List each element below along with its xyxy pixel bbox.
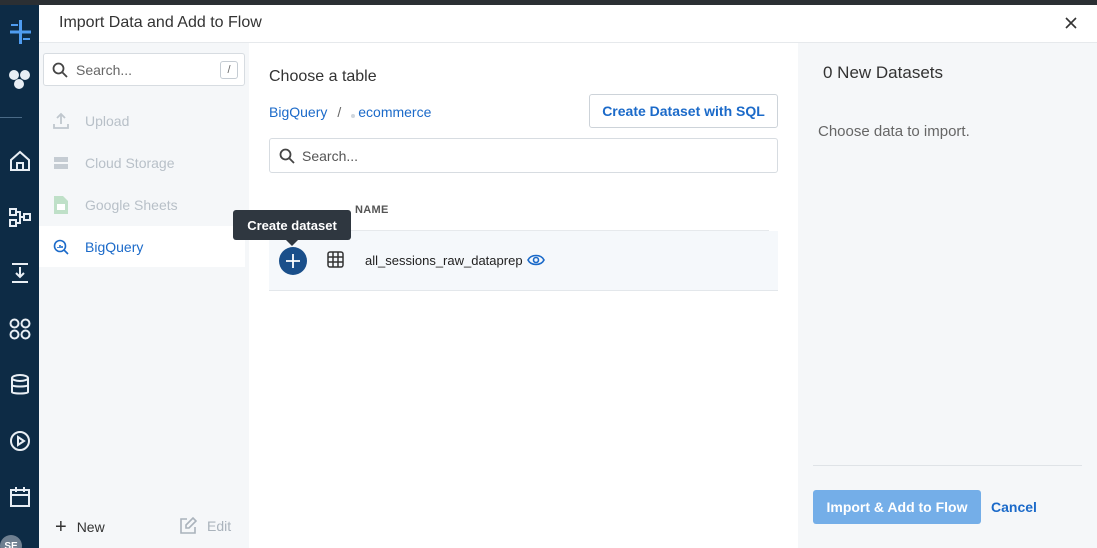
calendar-icon[interactable] bbox=[0, 482, 39, 512]
create-dataset-tooltip: Create dataset bbox=[233, 210, 351, 246]
home-icon[interactable] bbox=[0, 146, 39, 176]
source-item-label: Upload bbox=[85, 112, 130, 129]
import-add-to-flow-button[interactable]: Import & Add to Flow bbox=[813, 490, 981, 524]
hex-apps-icon[interactable] bbox=[0, 65, 39, 95]
table-row[interactable]: all_sessions_raw_dataprep bbox=[269, 231, 778, 291]
rail-divider bbox=[0, 117, 22, 118]
import-icon[interactable] bbox=[0, 258, 39, 288]
new-datasets-count: 0 New Datasets bbox=[823, 63, 943, 82]
app-logo-icon[interactable] bbox=[0, 17, 39, 47]
project-dot-icon bbox=[351, 114, 356, 118]
breadcrumb: BigQuery / ecommerce bbox=[269, 104, 431, 120]
eye-icon[interactable] bbox=[527, 253, 545, 272]
search-shortcut-key: / bbox=[220, 61, 238, 79]
create-dataset-button[interactable] bbox=[279, 247, 307, 275]
search-icon bbox=[52, 62, 68, 83]
jobs-icon[interactable] bbox=[0, 426, 39, 456]
app-rail: SE bbox=[0, 5, 39, 548]
breadcrumb-root[interactable]: BigQuery bbox=[269, 104, 327, 120]
source-sidebar: / Upload Cloud Storage Google Sheets Big… bbox=[39, 43, 249, 548]
user-avatar[interactable]: SE bbox=[0, 535, 22, 548]
table-search bbox=[269, 138, 778, 173]
edit-button[interactable]: Edit bbox=[179, 517, 231, 535]
search-icon bbox=[279, 148, 295, 169]
modal-header: Import Data and Add to Flow bbox=[39, 5, 1097, 43]
source-search: / bbox=[43, 53, 245, 86]
source-item-label: Google Sheets bbox=[85, 196, 178, 213]
create-dataset-sql-button[interactable]: Create Dataset with SQL bbox=[589, 94, 778, 128]
column-header-name[interactable]: NAME bbox=[355, 204, 389, 216]
table-icon bbox=[327, 251, 344, 273]
section-title: Choose a table bbox=[269, 68, 377, 85]
cloud-storage-icon bbox=[41, 155, 81, 171]
source-item-label: Cloud Storage bbox=[85, 154, 175, 171]
cancel-button[interactable]: Cancel bbox=[991, 490, 1037, 524]
new-label: New bbox=[76, 519, 105, 535]
table-chooser: Choose a table BigQuery / ecommerce Crea… bbox=[233, 43, 798, 548]
source-item-google-sheets[interactable]: Google Sheets bbox=[39, 184, 245, 225]
edit-icon bbox=[180, 517, 197, 534]
plus-icon bbox=[286, 254, 300, 268]
table-name[interactable]: all_sessions_raw_dataprep bbox=[365, 253, 523, 268]
upload-icon bbox=[41, 112, 81, 130]
close-icon[interactable] bbox=[1063, 15, 1079, 31]
modal-title: Import Data and Add to Flow bbox=[59, 14, 262, 31]
source-item-bigquery[interactable]: BigQuery bbox=[39, 226, 245, 267]
sidebar-footer: + New Edit bbox=[39, 508, 249, 544]
empty-message: Choose data to import. bbox=[818, 123, 970, 140]
breadcrumb-separator: / bbox=[337, 104, 342, 120]
google-sheets-icon bbox=[41, 195, 81, 214]
source-search-input[interactable] bbox=[76, 60, 216, 80]
plus-icon: + bbox=[55, 516, 67, 538]
selection-panel: 0 New Datasets Choose data to import. Im… bbox=[798, 43, 1097, 548]
source-item-label: BigQuery bbox=[85, 238, 144, 255]
table-search-input[interactable] bbox=[302, 146, 762, 166]
bigquery-icon bbox=[41, 239, 81, 255]
breadcrumb-dataset[interactable]: ecommerce bbox=[358, 104, 431, 120]
panel-divider bbox=[813, 465, 1082, 466]
library-icon[interactable] bbox=[0, 314, 39, 344]
source-item-cloud-storage[interactable]: Cloud Storage bbox=[39, 142, 245, 183]
edit-label: Edit bbox=[207, 518, 232, 534]
new-connection-button[interactable]: + New bbox=[55, 517, 105, 537]
source-item-upload[interactable]: Upload bbox=[39, 100, 245, 141]
flow-icon[interactable] bbox=[0, 202, 39, 232]
database-icon[interactable] bbox=[0, 370, 39, 400]
import-modal: Import Data and Add to Flow / Upload Clo… bbox=[39, 5, 1097, 548]
